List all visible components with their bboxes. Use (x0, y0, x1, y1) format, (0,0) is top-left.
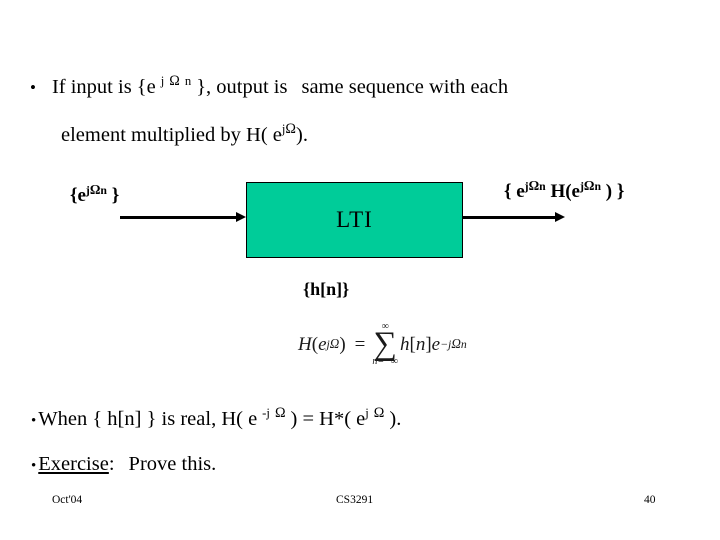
bullet-item-exercise: • Exercise: Prove this. (31, 453, 216, 477)
exponent-n: n (184, 74, 192, 89)
bullet-2-part1: When { h[n] } is real, H( e (38, 408, 258, 430)
dtft-equation: H(e jΩ) = ∞ ∑ n=−∞ h[n] e −jΩn (298, 322, 467, 367)
exponent-minus-j-omega-n: −jΩn (440, 337, 467, 350)
sigma-icon: ∑ (373, 326, 397, 362)
bullet-1-line-2: element multiplied by H( ejΩ). (61, 122, 308, 147)
equation-lhs-close-paren: ) (339, 333, 346, 355)
bullet-item-input-output: • If input is {e j Ωn}, output is same sequ… (30, 74, 509, 100)
bullet-2-part2: ) = H*( e (290, 408, 366, 430)
summation-operator: ∞ ∑ n=−∞ (372, 322, 398, 367)
lti-system-block: LTI (246, 182, 463, 258)
exponent-j: j (160, 74, 165, 89)
diagram-input-label: {ejΩn } (70, 181, 120, 207)
output-label-part3: ) } (601, 181, 625, 202)
footer-course-code: CS3291 (336, 494, 374, 506)
output-arrow-head-icon (555, 212, 565, 222)
exercise-label: Exercise (38, 453, 109, 475)
bullet-1-text-part3: same sequence with each (301, 76, 509, 98)
exponent-omega: Ω (583, 177, 595, 193)
equation-rhs-e: e (431, 333, 441, 355)
bullet-item-conjugate-symmetry: • When { h[n] } is real, H( e -j Ω) = H*( … (31, 406, 402, 432)
output-arrow-line (463, 216, 557, 219)
exponent-j-omega: jΩ (365, 406, 384, 420)
exercise-instruction: Prove this. (128, 453, 217, 475)
exponent-omega: Ω (169, 73, 180, 90)
bullet-1-line2-part1: element multiplied by H( e (61, 124, 282, 146)
exponent-minus-j: -j (262, 406, 270, 421)
bullet-2-part3: ). (389, 408, 402, 430)
bullet-1-text-part1: If input is {e (51, 76, 156, 98)
exponent-omega: Ω (373, 405, 385, 422)
summation-lower-limit: n=−∞ (372, 356, 398, 368)
bullet-1-line2-part2: ). (296, 124, 308, 146)
exponent-omega: Ω (274, 405, 286, 422)
lti-block-label: LTI (336, 207, 373, 232)
bullet-2-text: When { h[n] } is real, H( e -j Ω) = H*( ej… (38, 406, 402, 432)
equation-equals-sign: = (354, 333, 366, 355)
footer-date: Oct'04 (52, 494, 83, 506)
equation-lhs-e: e (318, 333, 327, 355)
bullet-3-text: Exercise: Prove this. (38, 453, 216, 477)
exponent-minus-j-omega: -j Ω (257, 406, 285, 420)
bullet-marker-icon: • (31, 413, 37, 429)
bullet-marker-icon: • (31, 458, 37, 474)
input-arrow-head-icon (236, 212, 246, 222)
input-arrow-line (120, 216, 238, 219)
exponent-omega: Ω (528, 177, 540, 193)
equation-rhs-n: n (415, 333, 426, 355)
exponent-omega: Ω (89, 181, 101, 197)
exponent-n: n (460, 338, 467, 352)
exponent-j-omega-n: jΩn (86, 181, 107, 197)
exponent-j-omega: jΩ (327, 337, 340, 350)
diagram-output-label: { ejΩn H(ejΩn ) } (504, 177, 625, 203)
exercise-colon: : (108, 453, 115, 475)
exponent-j-omega-n-second: jΩn (580, 177, 601, 193)
bullet-marker-icon: • (30, 78, 36, 97)
exponent-j-omega-n: jΩn (156, 74, 191, 88)
exponent-minus: − (440, 338, 449, 352)
output-label-part1: { e (504, 181, 525, 202)
exponent-omega: Ω (451, 336, 461, 352)
exponent-omega: Ω (285, 121, 296, 138)
slide-canvas: • If input is {e j Ωn}, output is same sequ… (0, 0, 720, 540)
exponent-j-omega-n-first: jΩn (525, 177, 546, 193)
equation-rhs-h: h (400, 333, 410, 355)
equation-lhs-H: H (298, 333, 312, 355)
slide-footer: Oct'04 CS3291 40 (0, 494, 720, 516)
impulse-response-label: {h[n]} (303, 279, 350, 299)
output-label-part2: H(e (545, 181, 580, 202)
footer-page-number: 40 (644, 494, 656, 506)
bullet-1-line-1: If input is {e j Ωn}, output is same sequen… (51, 74, 509, 100)
bullet-1-text-part2: }, output is (196, 76, 288, 98)
input-label-suffix: } (106, 185, 120, 206)
exponent-j: j (365, 406, 369, 421)
exponent-j-omega: jΩ (282, 122, 296, 136)
exponent-omega: Ω (329, 336, 340, 352)
input-label-prefix: {e (70, 185, 86, 206)
